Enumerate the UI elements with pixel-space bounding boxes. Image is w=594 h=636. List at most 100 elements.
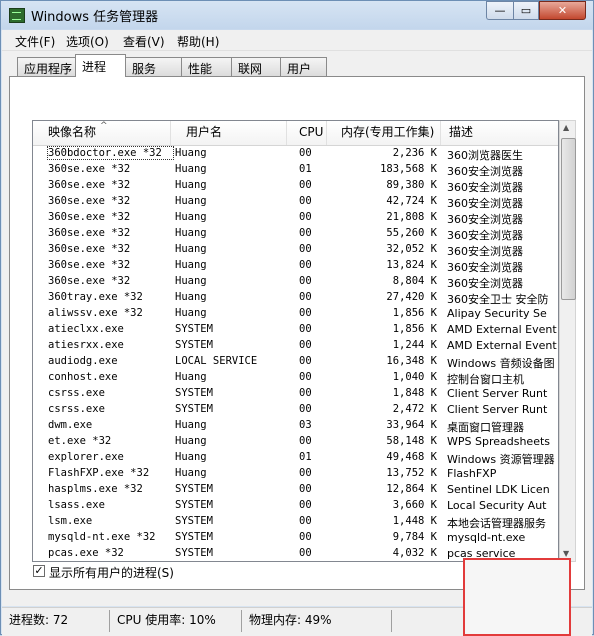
table-row[interactable]: explorer.exe Huang 01 49,468 K Windows 资源管理器 <box>33 450 558 466</box>
menu-help[interactable]: 帮助(H) <box>177 33 219 50</box>
table-row[interactable]: conhost.exe Huang 00 1,040 K 控制台窗口主机 <box>33 370 558 386</box>
process-cpu: 00 <box>299 227 312 239</box>
process-name: csrss.exe <box>48 387 105 399</box>
title-bar[interactable]: Windows 任务管理器 — ▭ ✕ <box>1 1 593 29</box>
column-cpu[interactable]: CPU <box>287 121 327 145</box>
sort-ascending-icon: ^ <box>100 121 108 131</box>
process-user: Huang <box>175 291 207 303</box>
process-user: SYSTEM <box>175 323 213 335</box>
status-cpu-usage: CPU 使用率: 10% <box>110 610 242 632</box>
process-cpu: 00 <box>299 547 312 559</box>
process-name: 360se.exe *32 <box>48 211 131 223</box>
column-user-name[interactable]: 用户名 <box>171 121 287 145</box>
process-cpu: 00 <box>299 371 312 383</box>
table-row[interactable]: FlashFXP.exe *32 Huang 00 13,752 K FlashFXP <box>33 466 558 482</box>
table-row[interactable]: atieclxx.exe SYSTEM 00 1,856 K AMD External … <box>33 322 558 338</box>
tab-processes[interactable]: 进程 <box>75 54 126 77</box>
column-image-name[interactable]: 映像名称 ^ <box>33 121 171 145</box>
process-description: Sentinel LDK Licen <box>447 483 550 496</box>
process-list[interactable]: 映像名称 ^ 用户名 CPU 内存(专用工作集) 描述 360bdoctor.e… <box>32 120 559 562</box>
status-memory: 物理内存: 49% <box>242 610 392 632</box>
process-memory: 13,752 K <box>386 467 437 479</box>
tab-users[interactable]: 用户 <box>280 57 327 76</box>
table-row[interactable]: 360se.exe *32 Huang 00 89,380 K 360安全浏览器 <box>33 178 558 194</box>
process-cpu: 00 <box>299 147 312 159</box>
tab-services[interactable]: 服务 <box>125 57 182 76</box>
table-row[interactable]: lsm.exe SYSTEM 00 1,448 K 本地会话管理器服务 <box>33 514 558 530</box>
table-row[interactable]: audiodg.exe LOCAL SERVICE 00 16,348 K Window… <box>33 354 558 370</box>
process-user: Huang <box>175 211 207 223</box>
process-memory: 1,848 K <box>392 387 437 399</box>
vertical-scrollbar[interactable]: ▲ ▼ <box>559 120 576 562</box>
process-description: 360安全浏览器 <box>447 181 523 194</box>
process-description: 360安全浏览器 <box>447 229 523 242</box>
tab-performance[interactable]: 性能 <box>181 57 232 76</box>
table-row[interactable]: 360se.exe *32 Huang 00 21,808 K 360安全浏览器 <box>33 210 558 226</box>
vertical-scroll-thumb[interactable] <box>561 138 576 300</box>
process-memory: 1,856 K <box>392 307 437 319</box>
process-user: Huang <box>175 307 207 319</box>
maximize-button[interactable]: ▭ <box>513 1 539 20</box>
process-cpu: 00 <box>299 435 312 447</box>
process-user: Huang <box>175 259 207 271</box>
process-memory: 27,420 K <box>386 291 437 303</box>
table-row[interactable]: aliwssv.exe *32 Huang 00 1,856 K Alipay Secu… <box>33 306 558 322</box>
process-cpu: 00 <box>299 195 312 207</box>
process-name: et.exe *32 <box>48 435 112 447</box>
process-cpu: 00 <box>299 307 312 319</box>
process-memory: 9,784 K <box>392 531 437 543</box>
process-cpu: 00 <box>299 243 312 255</box>
column-image-name-label: 映像名称 <box>48 125 97 139</box>
close-button[interactable]: ✕ <box>539 1 586 20</box>
main-panel: 应用程序 进程 服务 性能 联网 用户 映像名称 ^ 用户名 CPU 内存(专用… <box>2 51 592 631</box>
process-cpu: 00 <box>299 403 312 415</box>
process-name: lsm.exe <box>48 515 93 527</box>
table-row[interactable]: dwm.exe Huang 03 33,964 K 桌面窗口管理器 <box>33 418 558 434</box>
process-user: SYSTEM <box>175 531 213 543</box>
process-memory: 42,724 K <box>386 195 437 207</box>
process-name: dwm.exe <box>48 419 93 431</box>
table-row[interactable]: csrss.exe SYSTEM 00 2,472 K Client Server Ru… <box>33 402 558 418</box>
tab-networking[interactable]: 联网 <box>231 57 281 76</box>
process-memory: 89,380 K <box>386 179 437 191</box>
scroll-up-icon[interactable]: ▲ <box>563 123 569 132</box>
menu-options[interactable]: 选项(O) <box>66 33 109 50</box>
process-cpu: 00 <box>299 291 312 303</box>
process-name: 360se.exe *32 <box>48 275 131 287</box>
table-row[interactable]: 360se.exe *32 Huang 00 55,260 K 360安全浏览器 <box>33 226 558 242</box>
process-description: Windows 音频设备图 <box>447 357 555 370</box>
table-row[interactable]: mysqld-nt.exe *32 SYSTEM 00 9,784 K mysqld-n… <box>33 530 558 546</box>
minimize-button[interactable]: — <box>486 1 513 20</box>
tab-applications[interactable]: 应用程序 <box>17 57 76 76</box>
show-all-users-checkbox[interactable]: ✓ <box>33 565 45 577</box>
menu-view[interactable]: 查看(V) <box>123 33 165 50</box>
process-user: Huang <box>175 451 207 463</box>
table-row[interactable]: hasplms.exe *32 SYSTEM 00 12,864 K Sentinel … <box>33 482 558 498</box>
process-memory: 49,468 K <box>386 451 437 463</box>
process-name: 360bdoctor.exe *32 <box>47 146 174 160</box>
table-row[interactable]: 360se.exe *32 Huang 00 8,804 K 360安全浏览器 <box>33 274 558 290</box>
column-memory[interactable]: 内存(专用工作集) <box>327 121 441 145</box>
table-row[interactable]: 360se.exe *32 Huang 00 13,824 K 360安全浏览器 <box>33 258 558 274</box>
scroll-down-icon[interactable]: ▼ <box>563 549 569 558</box>
menu-file[interactable]: 文件(F) <box>15 33 55 50</box>
process-description: AMD External Event <box>447 339 557 352</box>
table-row[interactable]: et.exe *32 Huang 00 58,148 K WPS Spreadsheet… <box>33 434 558 450</box>
table-row[interactable]: 360bdoctor.exe *32 Huang 00 2,236 K 360浏览器医生 <box>33 146 558 162</box>
process-user: SYSTEM <box>175 499 213 511</box>
table-row[interactable]: 360se.exe *32 Huang 00 42,724 K 360安全浏览器 <box>33 194 558 210</box>
table-row[interactable]: 360se.exe *32 Huang 00 32,052 K 360安全浏览器 <box>33 242 558 258</box>
processes-page: 映像名称 ^ 用户名 CPU 内存(专用工作集) 描述 360bdoctor.e… <box>9 76 585 631</box>
process-user: Huang <box>175 467 207 479</box>
table-row[interactable]: lsass.exe SYSTEM 00 3,660 K Local Security A… <box>33 498 558 514</box>
table-row[interactable]: csrss.exe SYSTEM 00 1,848 K Client Server Ru… <box>33 386 558 402</box>
process-memory: 183,568 K <box>380 163 437 175</box>
table-row[interactable]: 360tray.exe *32 Huang 00 27,420 K 360安全卫士 安全… <box>33 290 558 306</box>
column-description[interactable]: 描述 <box>441 121 558 145</box>
process-name: 360se.exe *32 <box>48 195 131 207</box>
process-cpu: 00 <box>299 387 312 399</box>
process-name: 360se.exe *32 <box>48 179 131 191</box>
table-row[interactable]: atiesrxx.exe SYSTEM 00 1,244 K AMD External … <box>33 338 558 354</box>
table-row[interactable]: 360se.exe *32 Huang 01 183,568 K 360安全浏览器 <box>33 162 558 178</box>
process-description: 360安全浏览器 <box>447 213 523 226</box>
